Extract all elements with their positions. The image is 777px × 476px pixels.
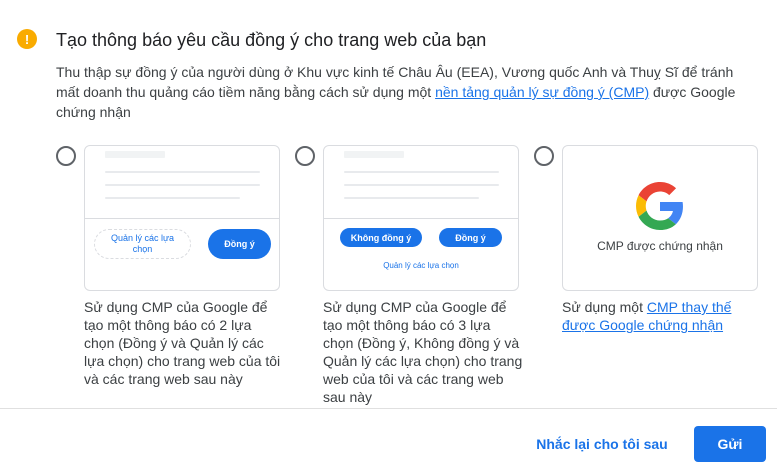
preview-placeholder-bar <box>105 151 165 158</box>
footer-divider <box>0 408 777 409</box>
radio-three-choice[interactable] <box>295 146 315 166</box>
option-certified-text-start: Sử dụng một <box>562 299 647 315</box>
dialog-description: Thu thập sự đồng ý của người dùng ở Khu … <box>56 62 756 122</box>
remind-later-button[interactable]: Nhắc lại cho tôi sau <box>528 426 676 462</box>
consent-dialog: ! Tạo thông báo yêu cầu đồng ý cho trang… <box>0 0 777 476</box>
preview-placeholder-bar <box>344 171 499 173</box>
preview-decline-button: Không đồng ý <box>340 228 422 247</box>
preview-placeholder-bar <box>105 184 260 186</box>
cmp-link[interactable]: nền tảng quản lý sự đồng ý (CMP) <box>435 84 649 100</box>
preview-card-two-choice: Quản lý các lựa chọn Đồng ý <box>84 145 280 291</box>
option-three-choice-text: Sử dụng CMP của Google để tạo một thông … <box>323 299 523 405</box>
google-logo-icon <box>636 182 683 230</box>
radio-certified-cmp[interactable] <box>534 146 554 166</box>
preview-consent-button: Đồng ý <box>439 228 502 247</box>
preview-manage-choices-link: Quản lý các lựa chọn <box>383 261 459 270</box>
option-two-choice-text: Sử dụng CMP của Google để tạo một thông … <box>84 299 281 387</box>
preview-divider <box>324 218 518 219</box>
warning-icon: ! <box>17 29 37 49</box>
preview-placeholder-bar <box>344 151 404 158</box>
preview-card-three-choice: Không đồng ý Đồng ý Quản lý các lựa chọn <box>323 145 519 291</box>
preview-card-certified-cmp: CMP được chứng nhận <box>562 145 758 291</box>
option-certified-text: Sử dụng một CMP thay thế được Google chứ… <box>562 298 758 334</box>
preview-placeholder-bar <box>105 197 240 199</box>
preview-placeholder-bar <box>344 184 499 186</box>
preview-placeholder-bar <box>105 171 260 173</box>
certified-cmp-label: CMP được chứng nhận <box>597 239 723 253</box>
preview-manage-choices-button: Quản lý các lựa chọn <box>94 229 191 259</box>
preview-placeholder-bar <box>344 197 479 199</box>
submit-button[interactable]: Gửi <box>694 426 766 462</box>
radio-two-choice[interactable] <box>56 146 76 166</box>
preview-divider <box>85 218 279 219</box>
dialog-title: Tạo thông báo yêu cầu đồng ý cho trang w… <box>56 30 487 50</box>
preview-consent-button: Đồng ý <box>208 229 271 259</box>
